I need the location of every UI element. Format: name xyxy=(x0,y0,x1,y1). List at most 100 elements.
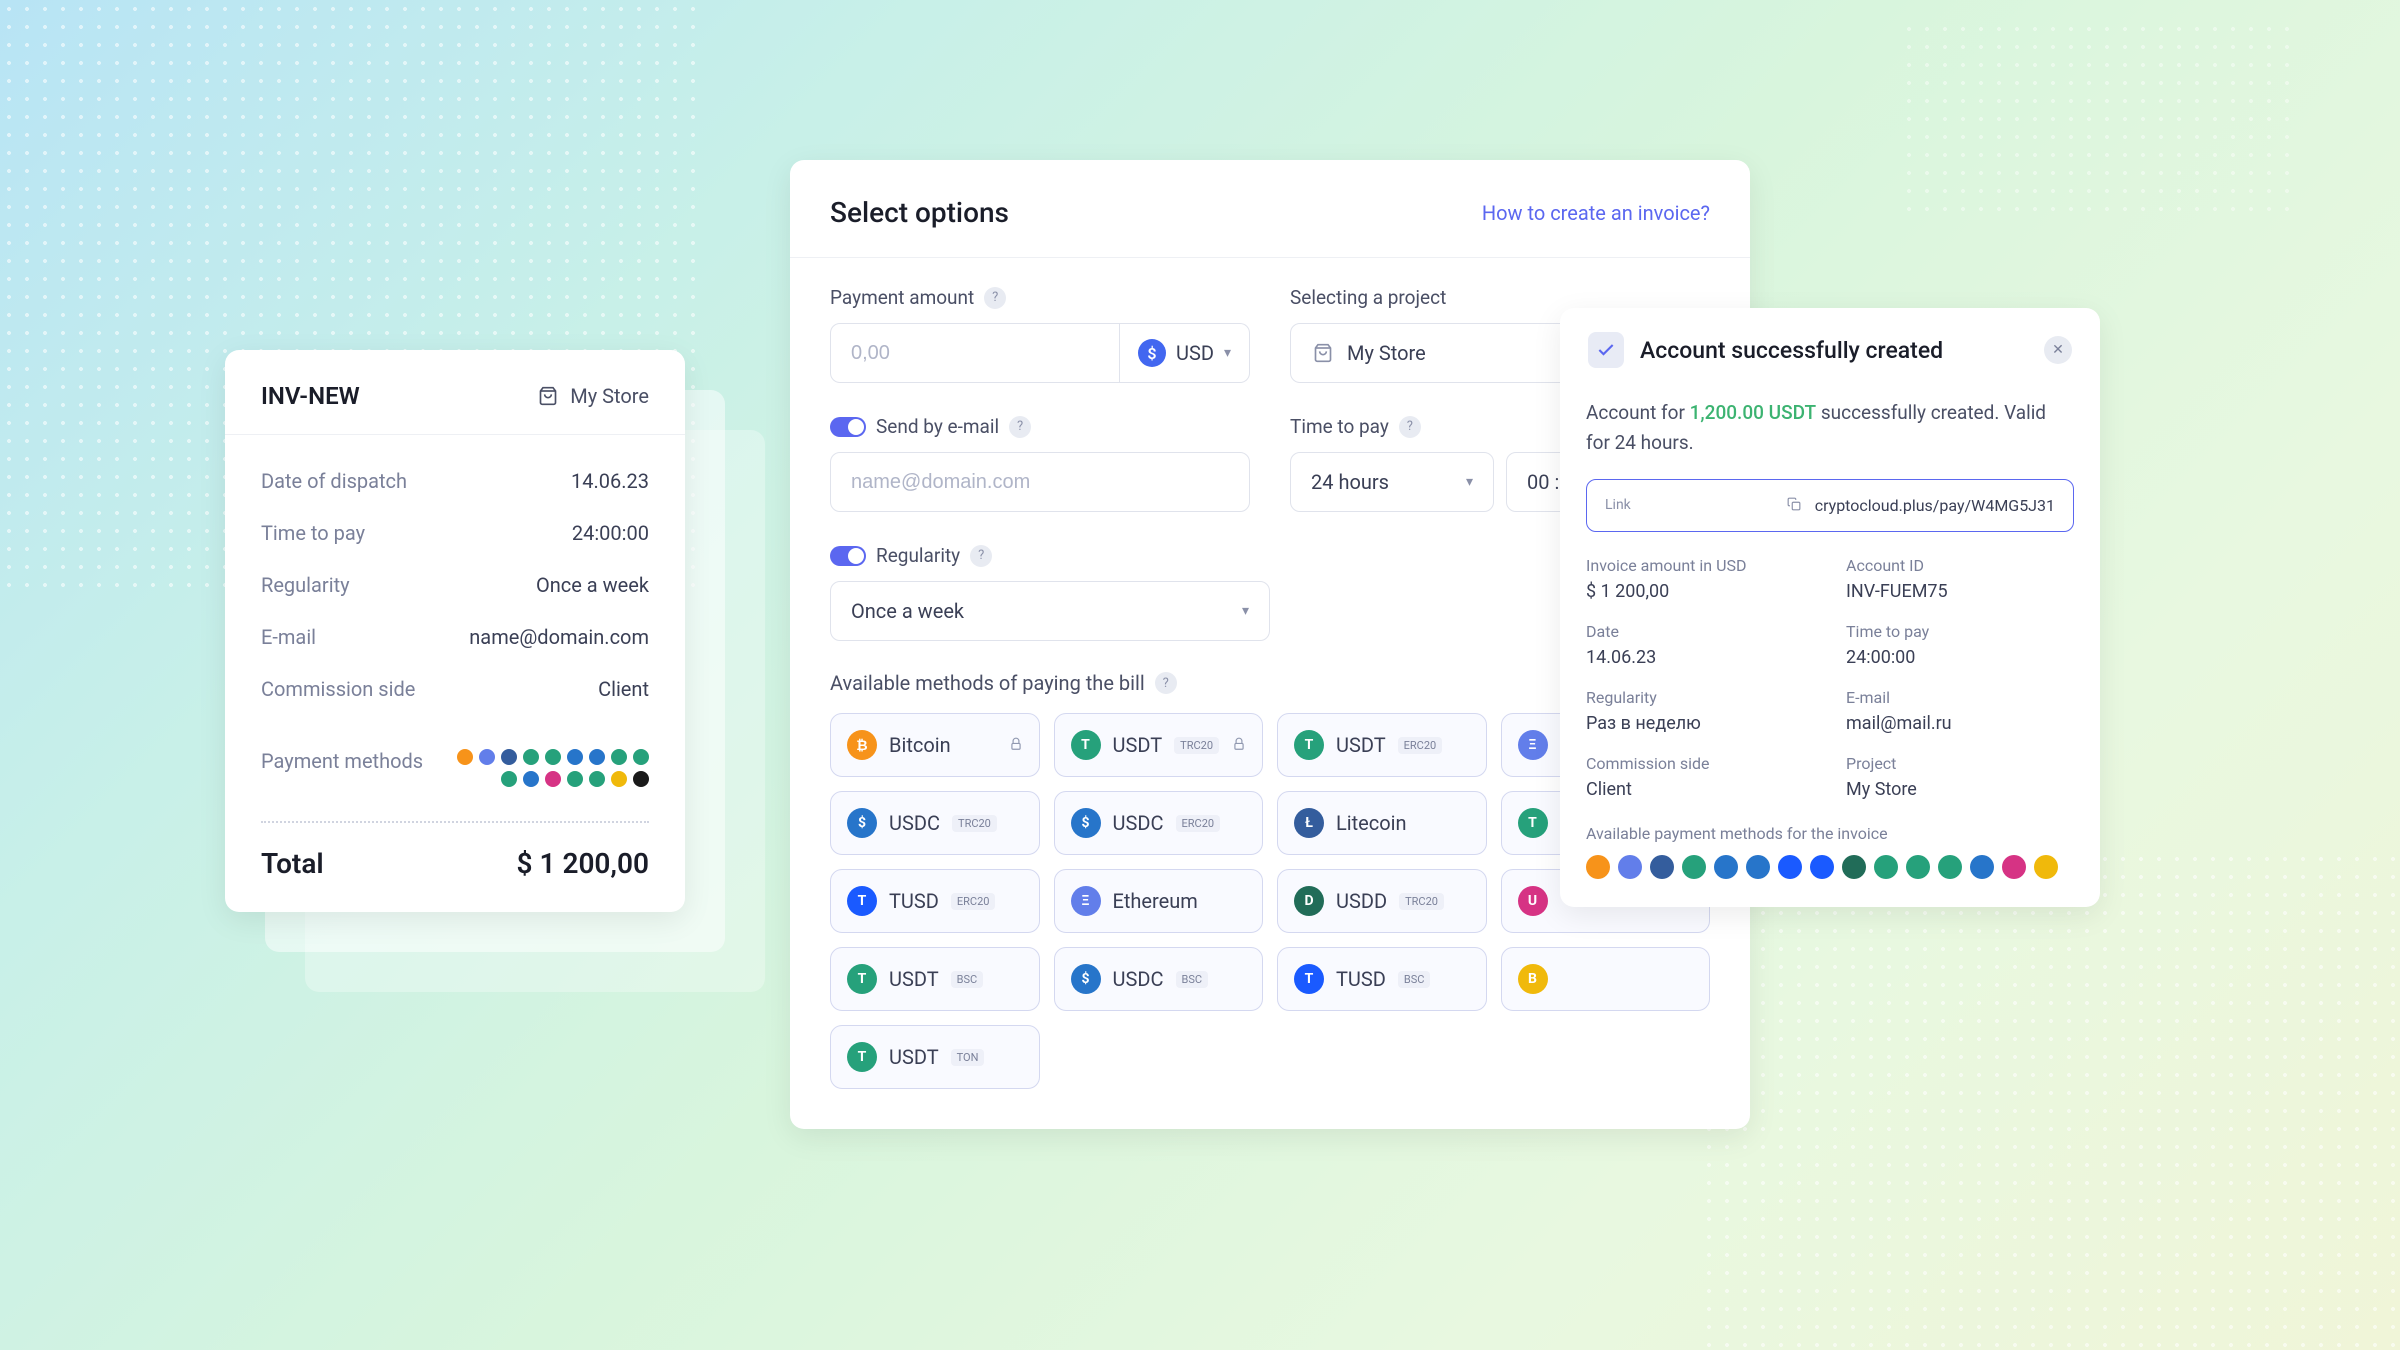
send-email-toggle[interactable] xyxy=(830,417,866,437)
payment-method-option[interactable]: TUSDTERC20 xyxy=(1277,713,1487,777)
method-name: USDC xyxy=(889,811,940,835)
payment-method-option[interactable]: DUSDDTRC20 xyxy=(1277,869,1487,933)
info-value: My Store xyxy=(1846,779,2074,800)
summary-row: Date of dispatch14.06.23 xyxy=(261,455,649,507)
payment-method-option[interactable]: ₿ Bitcoin xyxy=(830,713,1040,777)
coin-icon: T xyxy=(1071,730,1101,760)
invoice-id-title: INV-NEW xyxy=(261,382,360,410)
currency-value: USD xyxy=(1176,341,1214,365)
link-label: Link xyxy=(1605,497,1631,513)
coin-icon: T xyxy=(847,964,877,994)
network-tag: ERC20 xyxy=(1176,815,1221,832)
method-name: Litecoin xyxy=(1336,811,1407,835)
link-value: cryptocloud.plus/pay/W4MG5J31 xyxy=(1815,496,2055,515)
coin-icon xyxy=(2034,855,2058,879)
info-item: Time to pay24:00:00 xyxy=(1846,622,2074,668)
total-value: $ 1 200,00 xyxy=(517,847,649,880)
payment-method-option[interactable]: ŁLitecoin xyxy=(1277,791,1487,855)
coin-icon xyxy=(457,749,473,765)
payment-method-option[interactable]: $USDCERC20 xyxy=(1054,791,1264,855)
info-item: RegularityРаз в неделю xyxy=(1586,688,1814,734)
coin-icon xyxy=(633,749,649,765)
method-name: Ethereum xyxy=(1113,889,1198,913)
method-name: USDC xyxy=(1113,811,1164,835)
info-label: Account ID xyxy=(1846,556,2074,575)
lock-icon xyxy=(1232,736,1246,755)
method-name: USDC xyxy=(1113,967,1164,991)
help-icon[interactable]: ? xyxy=(1399,416,1421,438)
payment-method-option[interactable]: $USDCTRC20 xyxy=(830,791,1040,855)
help-link[interactable]: How to create an invoice? xyxy=(1482,201,1710,225)
coin-icon: T xyxy=(847,886,877,916)
close-icon: ✕ xyxy=(2052,342,2064,358)
bag-icon xyxy=(536,384,560,408)
payment-method-option[interactable]: $USDCBSC xyxy=(1054,947,1264,1011)
info-value: $ 1 200,00 xyxy=(1586,581,1814,602)
info-label: E-mail xyxy=(1846,688,2074,707)
coin-icon: $ xyxy=(847,808,877,838)
coin-icon xyxy=(1746,855,1770,879)
panel-title: Select options xyxy=(830,196,1009,229)
currency-selector[interactable]: $ USD ▾ xyxy=(1120,323,1250,383)
info-item: Invoice amount in USD$ 1 200,00 xyxy=(1586,556,1814,602)
coin-icon xyxy=(1906,855,1930,879)
help-icon[interactable]: ? xyxy=(1009,416,1031,438)
payment-method-option[interactable]: TUSDTBSC xyxy=(830,947,1040,1011)
send-email-label: Send by e-mail xyxy=(876,415,999,438)
copy-icon[interactable] xyxy=(1787,496,1801,515)
info-item: Commission sideClient xyxy=(1586,754,1814,800)
coin-icon: D xyxy=(1294,886,1324,916)
network-tag: BSC xyxy=(951,971,984,988)
method-name: USDT xyxy=(1113,733,1163,757)
payment-method-option[interactable]: TUSDTTRC20 xyxy=(1054,713,1264,777)
help-icon[interactable]: ? xyxy=(984,287,1006,309)
close-button[interactable]: ✕ xyxy=(2044,336,2072,364)
payment-method-option[interactable]: TUSDTTON xyxy=(830,1025,1040,1089)
method-name: Bitcoin xyxy=(889,733,951,757)
bag-icon xyxy=(1311,341,1335,365)
coin-icon xyxy=(1682,855,1706,879)
coin-icon xyxy=(1714,855,1738,879)
coin-icon xyxy=(1938,855,1962,879)
info-value: INV-FUEM75 xyxy=(1846,581,2074,602)
coin-icon xyxy=(523,749,539,765)
info-value: 14.06.23 xyxy=(1586,647,1814,668)
coin-icon xyxy=(1586,855,1610,879)
info-label: Regularity xyxy=(1586,688,1814,707)
payment-method-icons xyxy=(449,749,649,787)
email-input[interactable] xyxy=(830,452,1250,512)
info-value: Client xyxy=(1586,779,1814,800)
regularity-label: Regularity xyxy=(876,544,960,567)
decorative-dots xyxy=(1700,850,2400,1350)
time-value: 24 hours xyxy=(1311,470,1389,494)
payment-method-option[interactable]: TTUSDERC20 xyxy=(830,869,1040,933)
store-name: My Store xyxy=(570,384,649,408)
payment-link-box[interactable]: Link cryptocloud.plus/pay/W4MG5J31 xyxy=(1586,479,2074,532)
regularity-select[interactable]: Once a week ▾ xyxy=(830,581,1270,641)
network-tag: BSC xyxy=(1176,971,1209,988)
payment-method-option[interactable]: TTUSDBSC xyxy=(1277,947,1487,1011)
info-value: mail@mail.ru xyxy=(1846,713,2074,734)
payment-amount-input[interactable] xyxy=(830,323,1120,383)
network-tag: BSC xyxy=(1398,971,1431,988)
coin-icon xyxy=(1618,855,1642,879)
row-label: Commission side xyxy=(261,677,415,701)
chevron-down-icon: ▾ xyxy=(1242,603,1249,619)
payment-method-option[interactable]: B xyxy=(1501,947,1711,1011)
time-to-pay-select[interactable]: 24 hours ▾ xyxy=(1290,452,1494,512)
network-tag: ERC20 xyxy=(951,893,996,910)
coin-icon xyxy=(567,771,583,787)
coin-icon xyxy=(545,749,561,765)
network-tag: ERC20 xyxy=(1398,737,1443,754)
regularity-toggle[interactable] xyxy=(830,546,866,566)
coin-icon: ₿ xyxy=(847,730,877,760)
payment-method-option[interactable]: ΞEthereum xyxy=(1054,869,1264,933)
coin-icon xyxy=(2002,855,2026,879)
help-icon[interactable]: ? xyxy=(970,545,992,567)
coin-icon xyxy=(1650,855,1674,879)
row-label: Time to pay xyxy=(261,521,365,545)
coin-icon: Ξ xyxy=(1518,730,1548,760)
payment-methods-label: Payment methods xyxy=(261,749,423,787)
help-icon[interactable]: ? xyxy=(1155,672,1177,694)
coin-icon xyxy=(1778,855,1802,879)
